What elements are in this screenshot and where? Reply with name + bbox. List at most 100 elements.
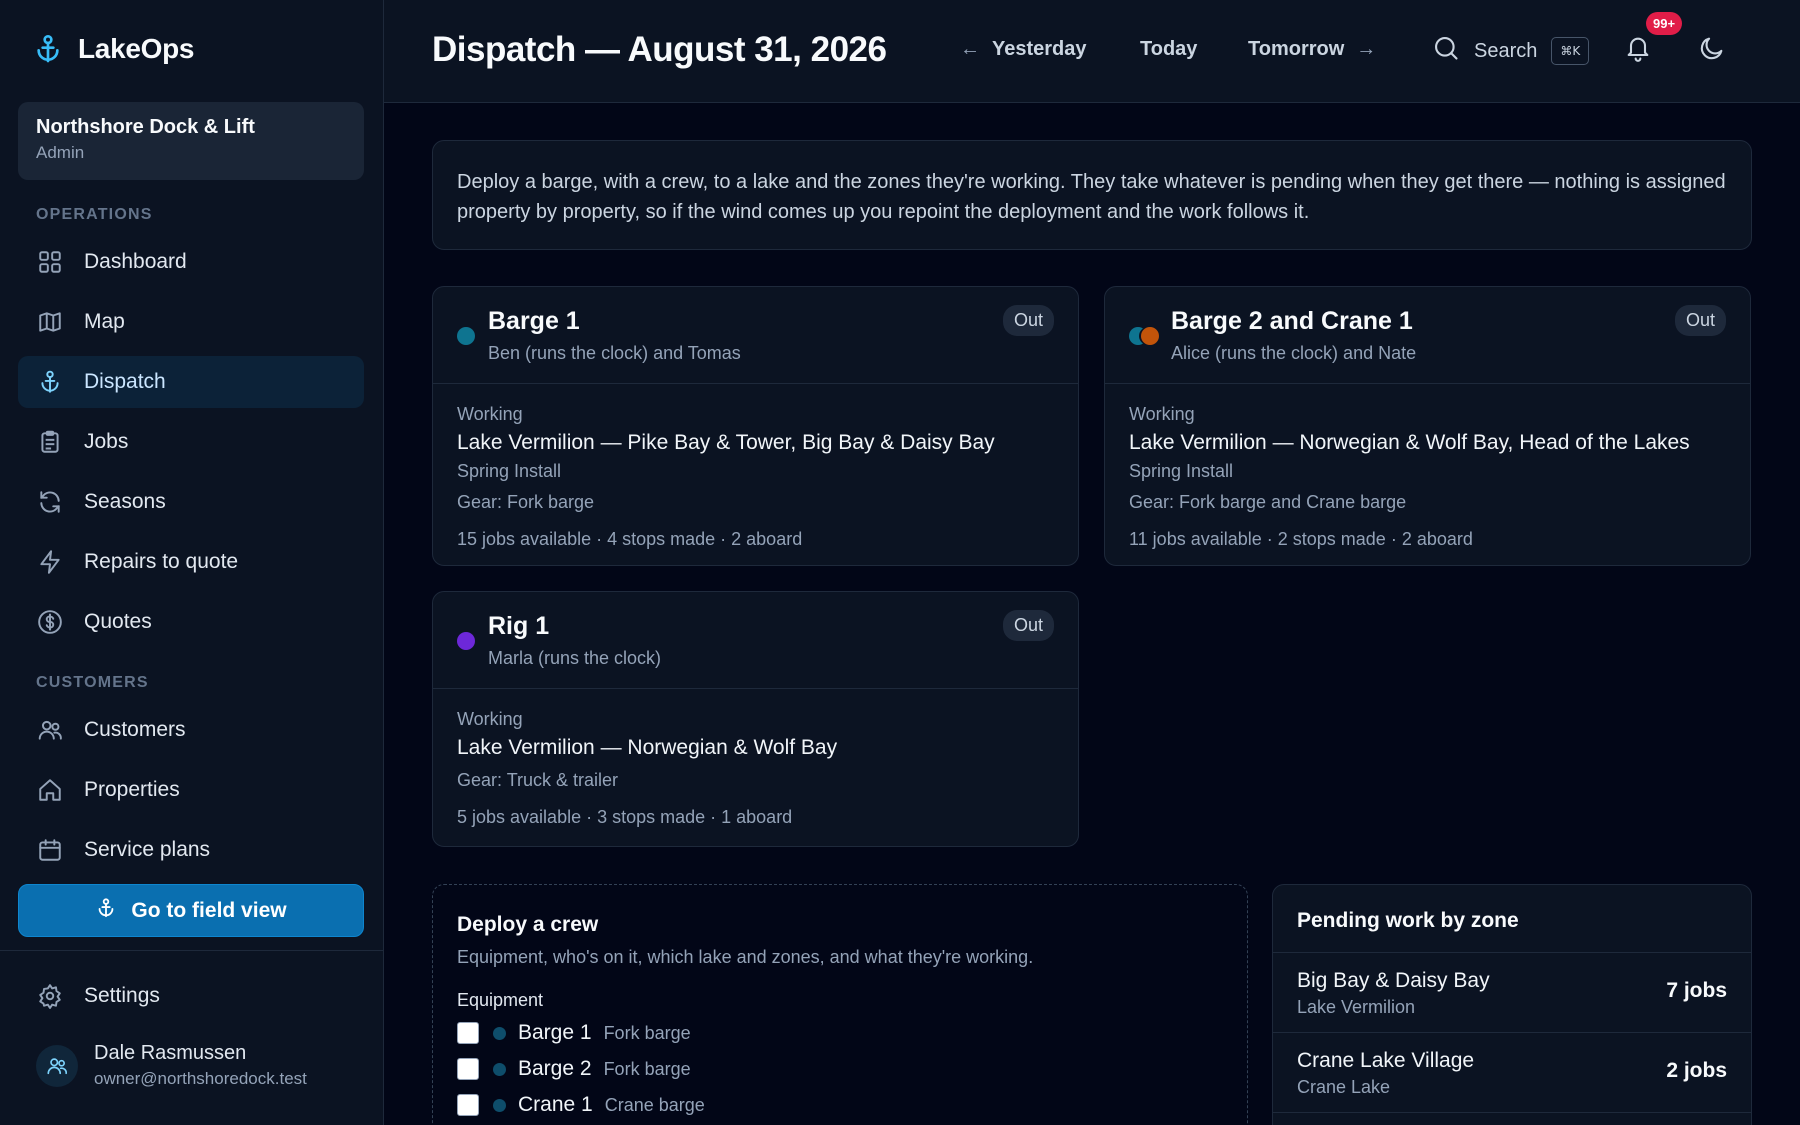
crew-stats: 15 jobs available · 4 stops made · 2 abo… bbox=[457, 529, 803, 549]
sidebar-item-label: Properties bbox=[84, 778, 180, 801]
crew-card[interactable]: Barge 1 Ben (runs the clock) and Tomas O… bbox=[432, 286, 1079, 566]
bell-icon bbox=[1624, 37, 1652, 66]
prev-day-button[interactable]: ← Yesterday bbox=[960, 38, 1087, 61]
sidebar-item-jobs[interactable]: Jobs bbox=[18, 416, 364, 468]
equipment-checkbox[interactable] bbox=[457, 1022, 479, 1044]
theme-toggle[interactable] bbox=[1698, 34, 1728, 64]
notifications-button[interactable] bbox=[1624, 34, 1654, 64]
status-badge: Out bbox=[1002, 610, 1054, 641]
section-label-customers: CUSTOMERS bbox=[36, 674, 149, 691]
sidebar-item-repairs[interactable]: Repairs to quote bbox=[18, 536, 364, 588]
crew-gear: Gear: Truck & trailer bbox=[457, 770, 619, 790]
anchor-icon bbox=[36, 368, 64, 396]
home-icon bbox=[36, 776, 64, 804]
sidebar-item-map[interactable]: Map bbox=[18, 296, 364, 348]
today-button[interactable]: Today bbox=[1140, 38, 1197, 61]
clipboard-icon bbox=[36, 428, 64, 456]
equipment-color-dot bbox=[493, 1098, 506, 1112]
equipment-list: Barge 1 Fork barge Barge 2 Fork barge Cr… bbox=[457, 1015, 1223, 1123]
equipment-option[interactable]: Crane 1 Crane barge bbox=[457, 1087, 1223, 1123]
sidebar-item-label: Dashboard bbox=[84, 250, 187, 273]
gear-icon bbox=[36, 982, 64, 1010]
equipment-checkbox[interactable] bbox=[457, 1058, 479, 1080]
field-view-label: Go to field view bbox=[131, 898, 287, 922]
crew-stats: 5 jobs available · 3 stops made · 1 aboa… bbox=[457, 807, 793, 827]
zone-job-count: 7 jobs bbox=[1666, 979, 1727, 1002]
today-label: Today bbox=[1140, 38, 1198, 60]
refresh-icon bbox=[36, 488, 64, 516]
crew-members: Alice (runs the clock) and Nate bbox=[1171, 343, 1417, 363]
avatar bbox=[36, 1044, 78, 1087]
sidebar-item-label: Jobs bbox=[84, 430, 129, 453]
sidebar-item-settings[interactable]: Settings bbox=[18, 970, 364, 1022]
org-role: Admin bbox=[36, 143, 85, 162]
app-name: LakeOps bbox=[78, 33, 195, 64]
zone-row[interactable]: Crane Lake Village Crane Lake 2 jobs bbox=[1273, 1033, 1751, 1113]
crew-card[interactable]: Barge 2 and Crane 1 Alice (runs the cloc… bbox=[1104, 286, 1751, 566]
go-to-field-view-button[interactable]: Go to field view bbox=[18, 884, 364, 937]
moon-icon bbox=[1698, 37, 1726, 66]
zone-row[interactable]: Big Bay & Daisy Bay Lake Vermilion 7 job… bbox=[1273, 953, 1751, 1033]
org-name: Northshore Dock & Lift bbox=[36, 116, 255, 138]
equipment-name: Crane 1 bbox=[518, 1093, 593, 1116]
bolt-icon bbox=[36, 548, 64, 576]
map-icon bbox=[36, 308, 64, 336]
crew-name: Barge 2 and Crane 1 bbox=[1171, 307, 1413, 335]
equipment-type: Fork barge bbox=[603, 1022, 691, 1043]
user-email: owner@northshoredock.test bbox=[94, 1069, 307, 1088]
sidebar: LakeOps Northshore Dock & Lift Admin OPE… bbox=[0, 0, 384, 1125]
zone-name: Big Bay & Daisy Bay bbox=[1297, 969, 1490, 992]
org-switcher[interactable]: Northshore Dock & Lift Admin bbox=[18, 102, 364, 180]
working-label: Working bbox=[1129, 404, 1195, 424]
calendar-icon bbox=[36, 836, 64, 864]
user-menu[interactable]: Dale Rasmussen owner@northshoredock.test bbox=[36, 1042, 307, 1089]
equipment-name: Barge 1 bbox=[518, 1021, 592, 1044]
sidebar-item-label: Map bbox=[84, 310, 125, 333]
equipment-option[interactable]: Barge 1 Fork barge bbox=[457, 1015, 1223, 1051]
equipment-option[interactable]: Barge 2 Fork barge bbox=[457, 1051, 1223, 1087]
search-button[interactable]: Search ⌘K bbox=[1432, 34, 1590, 68]
search-label: Search bbox=[1474, 39, 1538, 62]
crew-gear: Gear: Fork barge bbox=[457, 492, 595, 512]
page-title: Dispatch — August 31, 2026 bbox=[432, 30, 887, 69]
sidebar-item-label: Settings bbox=[84, 984, 160, 1007]
crew-card-body: Working Lake Vermilion — Norwegian & Wol… bbox=[433, 689, 1078, 848]
dispatch-intro: Deploy a barge, with a crew, to a lake a… bbox=[432, 140, 1752, 250]
crew-card[interactable]: Rig 1 Marla (runs the clock) Out Working… bbox=[432, 591, 1079, 847]
crew-color-dot bbox=[457, 327, 475, 345]
crew-card-header: Barge 2 and Crane 1 Alice (runs the cloc… bbox=[1105, 287, 1750, 384]
next-day-button[interactable]: Tomorrow → bbox=[1248, 38, 1376, 61]
sidebar-item-seasons[interactable]: Seasons bbox=[18, 476, 364, 528]
sidebar-item-quotes[interactable]: Quotes bbox=[18, 596, 364, 648]
crew-location: Lake Vermilion — Norwegian & Wolf Bay bbox=[457, 736, 838, 759]
working-label: Working bbox=[457, 404, 523, 424]
crew-color-dot bbox=[1141, 327, 1159, 345]
sidebar-item-customers[interactable]: Customers bbox=[18, 704, 364, 756]
equipment-checkbox[interactable] bbox=[457, 1094, 479, 1116]
sidebar-item-label: Service plans bbox=[84, 838, 211, 861]
status-badge: Out bbox=[1674, 305, 1726, 336]
prev-day-label: Yesterday bbox=[992, 38, 1087, 60]
user-name: Dale Rasmussen bbox=[94, 1042, 247, 1064]
sidebar-item-service-plans[interactable]: Service plans bbox=[18, 824, 364, 876]
equipment-type: Crane barge bbox=[604, 1094, 705, 1115]
equipment-label: Equipment bbox=[457, 990, 544, 1010]
dollar-icon bbox=[36, 608, 64, 636]
crew-season: Spring Install bbox=[457, 461, 562, 481]
pending-work-panel: Pending work by zone Big Bay & Daisy Bay… bbox=[1272, 884, 1752, 1125]
sidebar-item-label: Customers bbox=[84, 718, 186, 741]
equipment-color-dot bbox=[493, 1026, 506, 1040]
status-badge: Out bbox=[1002, 305, 1054, 336]
sidebar-item-properties[interactable]: Properties bbox=[18, 764, 364, 816]
sidebar-item-dashboard[interactable]: Dashboard bbox=[18, 236, 364, 288]
brand[interactable]: LakeOps bbox=[32, 32, 194, 66]
sidebar-item-label: Quotes bbox=[84, 610, 152, 633]
crew-card-header: Barge 1 Ben (runs the clock) and Tomas O… bbox=[433, 287, 1078, 384]
sidebar-item-label: Dispatch bbox=[84, 370, 166, 393]
sidebar-item-dispatch[interactable]: Dispatch bbox=[18, 356, 364, 408]
crew-card-body: Working Lake Vermilion — Pike Bay & Towe… bbox=[433, 384, 1078, 570]
pending-title: Pending work by zone bbox=[1273, 885, 1751, 953]
crew-stats: 11 jobs available · 2 stops made · 2 abo… bbox=[1129, 529, 1473, 549]
notification-badge: 99+ bbox=[1646, 12, 1683, 35]
working-label: Working bbox=[457, 709, 523, 729]
